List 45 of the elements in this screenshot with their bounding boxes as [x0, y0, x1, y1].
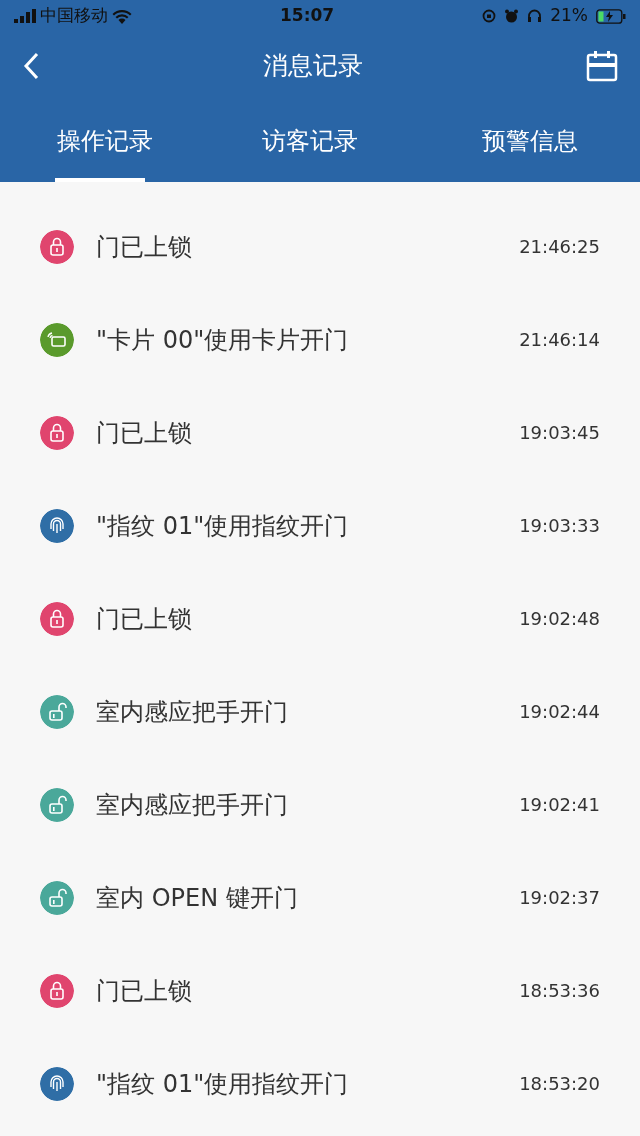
rotation-lock-icon: [482, 9, 497, 23]
record-text: 室内感应把手开门: [96, 789, 289, 821]
tab[interactable]: 访客记录: [200, 100, 420, 182]
tab[interactable]: 操作记录: [0, 100, 200, 182]
record-text: "指纹 01"使用指纹开门: [96, 510, 350, 542]
lock-icon: [40, 601, 74, 636]
record-time: 19:02:48: [519, 607, 600, 631]
headphones-icon: [527, 9, 543, 23]
record-text: 门已上锁: [96, 603, 193, 635]
back-button[interactable]: [22, 51, 40, 81]
clock-time: 15:07: [280, 4, 335, 28]
record-text: 门已上锁: [96, 975, 193, 1007]
unlocked-padlock-icon: [40, 787, 74, 822]
record-text: 室内感应把手开门: [96, 696, 289, 728]
record-time: 21:46:25: [519, 235, 600, 259]
record-text: "卡片 00"使用卡片开门: [96, 324, 350, 356]
battery-icon: [596, 8, 626, 24]
record-time: 19:03:33: [519, 514, 600, 538]
record-text: 门已上锁: [96, 417, 193, 449]
record-time: 19:03:45: [519, 421, 600, 445]
page-title: 消息记录: [263, 50, 363, 83]
alarm-icon: [504, 8, 520, 24]
record-text: 门已上锁: [96, 231, 193, 263]
record-time: 18:53:20: [519, 1072, 600, 1096]
fingerprint-icon: [40, 508, 74, 543]
card-icon: [40, 322, 74, 357]
calendar-button[interactable]: [586, 50, 618, 82]
signal-icon: [14, 9, 36, 23]
lock-icon: [40, 973, 74, 1008]
record-text: 室内 OPEN 键开门: [96, 882, 299, 914]
lock-icon: [40, 229, 74, 264]
lock-icon: [40, 415, 74, 450]
carrier-name: 中国移动: [40, 4, 108, 28]
tab[interactable]: 预警信息: [420, 100, 640, 182]
battery-percent: 21%: [550, 4, 588, 28]
record-time: 18:53:36: [519, 979, 600, 1003]
fingerprint-icon: [40, 1066, 74, 1101]
record-time: 19:02:44: [519, 700, 600, 724]
record-text: "指纹 01"使用指纹开门: [96, 1068, 350, 1100]
record-time: 21:46:14: [519, 328, 600, 352]
wifi-icon: [112, 8, 132, 24]
unlocked-padlock-icon: [40, 880, 74, 915]
record-time: 19:02:37: [519, 886, 600, 910]
record-time: 19:02:41: [519, 793, 600, 817]
unlocked-padlock-icon: [40, 694, 74, 729]
